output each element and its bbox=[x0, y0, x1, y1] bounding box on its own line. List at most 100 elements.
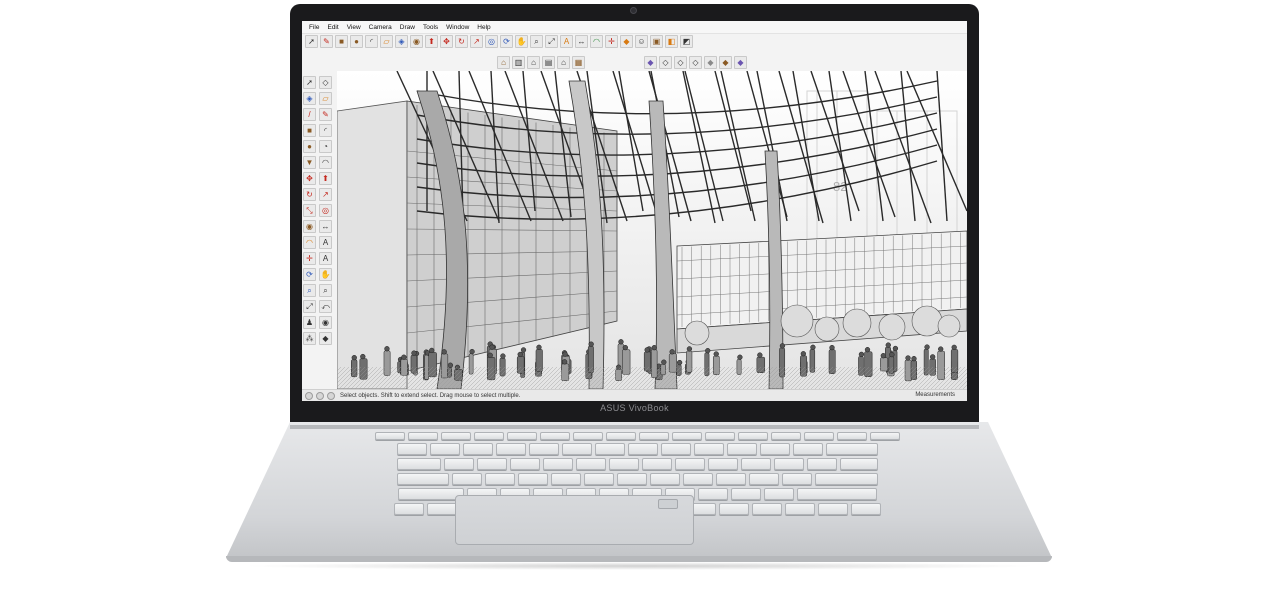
rotate-icon[interactable]: ↻ bbox=[303, 188, 316, 201]
keyboard-key[interactable] bbox=[393, 503, 424, 515]
dimension-icon[interactable]: ↔ bbox=[319, 220, 332, 233]
section-icon[interactable]: ◆ bbox=[319, 332, 332, 345]
top-view-icon[interactable]: ▥ bbox=[512, 56, 525, 69]
pie-icon[interactable]: ◔ bbox=[319, 140, 332, 153]
axes-icon[interactable]: ✛ bbox=[303, 252, 316, 265]
keyboard-key[interactable] bbox=[674, 458, 705, 470]
pan-icon[interactable]: ✋ bbox=[515, 35, 528, 48]
keyboard-key[interactable] bbox=[605, 432, 636, 440]
keyboard-key[interactable] bbox=[506, 432, 537, 440]
keyboard-key[interactable] bbox=[850, 503, 881, 515]
paint-icon[interactable]: ◈ bbox=[303, 92, 316, 105]
keyboard-key[interactable] bbox=[575, 458, 606, 470]
previous-view-icon[interactable]: ⤺ bbox=[319, 300, 332, 313]
keyboard-key[interactable] bbox=[682, 473, 713, 485]
keyboard-key[interactable] bbox=[770, 432, 801, 440]
back-view-icon[interactable]: ⌂ bbox=[557, 56, 570, 69]
keyboard-key[interactable] bbox=[869, 432, 900, 440]
wireframe-style-icon[interactable]: ◇ bbox=[674, 56, 687, 69]
keyboard-key[interactable] bbox=[726, 443, 757, 455]
keyboard-key[interactable] bbox=[608, 458, 639, 470]
keyboard-key[interactable] bbox=[583, 473, 614, 485]
text-icon[interactable]: A bbox=[560, 35, 573, 48]
offset-icon[interactable]: ◎ bbox=[485, 35, 498, 48]
select-arrow-icon[interactable]: ➚ bbox=[305, 35, 318, 48]
xray-style-icon[interactable]: ◆ bbox=[644, 56, 657, 69]
walk-icon[interactable]: ⁂ bbox=[303, 332, 316, 345]
circle-icon[interactable]: ● bbox=[350, 35, 363, 48]
keyboard-key[interactable] bbox=[671, 432, 702, 440]
keyboard-key[interactable] bbox=[429, 443, 460, 455]
keyboard-key[interactable] bbox=[784, 503, 815, 515]
keyboard-key[interactable] bbox=[839, 458, 878, 470]
keyboard-key[interactable] bbox=[572, 432, 603, 440]
keyboard-key[interactable] bbox=[397, 488, 464, 500]
keyboard-key[interactable] bbox=[561, 443, 592, 455]
keyboard-key[interactable] bbox=[396, 458, 441, 470]
orbit-icon[interactable]: ⟳ bbox=[500, 35, 513, 48]
keyboard-key[interactable] bbox=[660, 443, 691, 455]
tape-measure-icon[interactable]: ◉ bbox=[410, 35, 423, 48]
keyboard-key[interactable] bbox=[550, 473, 581, 485]
right-view-icon[interactable]: ▤ bbox=[542, 56, 555, 69]
select-icon[interactable]: ➚ bbox=[303, 76, 316, 89]
keyboard-key[interactable] bbox=[814, 473, 878, 485]
keyboard-key[interactable] bbox=[796, 488, 877, 500]
zoom-icon[interactable]: ⌕ bbox=[530, 35, 543, 48]
walk-icon[interactable]: ☺ bbox=[635, 35, 648, 48]
text-icon[interactable]: A bbox=[319, 236, 332, 249]
keyboard-key[interactable] bbox=[476, 458, 507, 470]
keyboard-key[interactable] bbox=[781, 473, 812, 485]
keyboard-key[interactable] bbox=[616, 473, 647, 485]
menu-help[interactable]: Help bbox=[473, 21, 494, 34]
protractor-icon[interactable]: ◠ bbox=[590, 35, 603, 48]
line-icon[interactable]: / bbox=[303, 108, 316, 121]
move-icon[interactable]: ✥ bbox=[303, 172, 316, 185]
two-point-arc-icon[interactable]: ◠ bbox=[319, 156, 332, 169]
dimension-icon[interactable]: ↔ bbox=[575, 35, 588, 48]
offset-icon[interactable]: ◎ bbox=[319, 204, 332, 217]
freehand-icon[interactable]: ✎ bbox=[319, 108, 332, 121]
push-pull-icon[interactable]: ⬆ bbox=[425, 35, 438, 48]
rectangle-icon[interactable]: ■ bbox=[335, 35, 348, 48]
keyboard-key[interactable] bbox=[704, 432, 735, 440]
keyboard-key[interactable] bbox=[715, 473, 746, 485]
eraser-icon[interactable]: ▱ bbox=[319, 92, 332, 105]
keyboard-key[interactable] bbox=[641, 458, 672, 470]
push-pull-icon[interactable]: ⬆ bbox=[319, 172, 332, 185]
keyboard-key[interactable] bbox=[443, 458, 474, 470]
keyboard-key[interactable] bbox=[484, 473, 515, 485]
zoom-extents-icon[interactable]: ⤢ bbox=[545, 35, 558, 48]
keyboard-key[interactable] bbox=[693, 443, 724, 455]
keyboard-key[interactable] bbox=[817, 503, 848, 515]
section-plane-icon[interactable]: ◆ bbox=[620, 35, 633, 48]
keyboard-key[interactable] bbox=[495, 443, 526, 455]
keyboard-key[interactable] bbox=[763, 488, 794, 500]
keyboard-key[interactable] bbox=[396, 443, 427, 455]
keyboard-key[interactable] bbox=[740, 458, 771, 470]
menu-tools[interactable]: Tools bbox=[419, 21, 442, 34]
menu-window[interactable]: Window bbox=[442, 21, 473, 34]
keyboard-key[interactable] bbox=[407, 432, 438, 440]
zoom-window-icon[interactable]: ⌕ bbox=[319, 284, 332, 297]
arc-icon[interactable]: ◜ bbox=[365, 35, 378, 48]
drawing-viewport[interactable]: 82' bbox=[337, 71, 967, 389]
orbit-icon[interactable]: ⟳ bbox=[303, 268, 316, 281]
keyboard-key[interactable] bbox=[638, 432, 669, 440]
menu-camera[interactable]: Camera bbox=[365, 21, 396, 34]
keyboard-key[interactable] bbox=[374, 432, 405, 440]
rectangle-icon[interactable]: ■ bbox=[303, 124, 316, 137]
keyboard-key[interactable] bbox=[440, 432, 471, 440]
keyboard-key[interactable] bbox=[825, 443, 878, 455]
keyboard-key[interactable] bbox=[737, 432, 768, 440]
menu-draw[interactable]: Draw bbox=[396, 21, 419, 34]
shaded-style-icon[interactable]: ◆ bbox=[704, 56, 717, 69]
keyboard-key[interactable] bbox=[803, 432, 834, 440]
keyboard-key[interactable] bbox=[451, 473, 482, 485]
keyboard-key[interactable] bbox=[627, 443, 658, 455]
fingerprint-sensor[interactable] bbox=[658, 499, 678, 509]
components-icon[interactable]: ▣ bbox=[650, 35, 663, 48]
rotate-icon[interactable]: ↻ bbox=[455, 35, 468, 48]
circle-icon[interactable]: ● bbox=[303, 140, 316, 153]
keyboard-key[interactable] bbox=[517, 473, 548, 485]
